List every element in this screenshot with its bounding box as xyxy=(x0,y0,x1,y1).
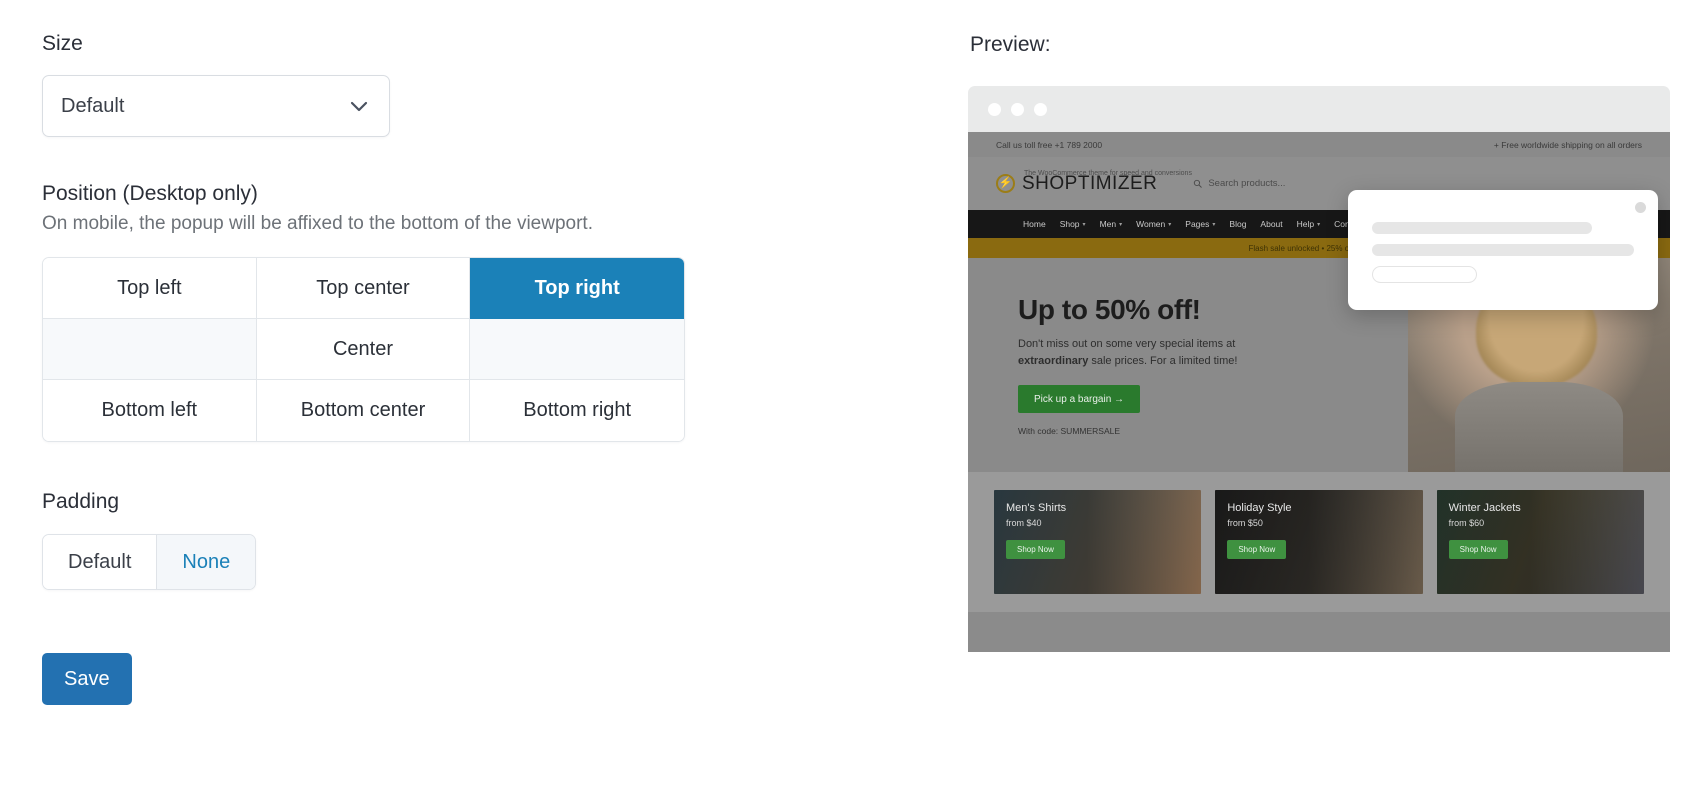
nav-item-home[interactable]: Home xyxy=(1023,219,1046,229)
site-phone-text: Call us toll free +1 789 2000 xyxy=(996,139,1103,150)
popup-skeleton xyxy=(1348,190,1658,283)
padding-option-none[interactable]: None xyxy=(157,535,256,589)
position-cell-bottom-right[interactable]: Bottom right xyxy=(470,380,684,441)
close-icon[interactable] xyxy=(1635,202,1646,213)
nav-item-men[interactable]: Men ▾ xyxy=(1100,219,1123,229)
site-search-placeholder: Search products... xyxy=(1208,178,1286,189)
category-card[interactable]: Men's Shirts from $40 Shop Now xyxy=(994,490,1202,594)
hero-subtitle-rest: sale prices. For a limited time! xyxy=(1088,355,1238,368)
position-cell-top-right[interactable]: Top right xyxy=(470,258,684,319)
nav-label: About xyxy=(1260,219,1283,229)
lightning-bolt-icon: ⚡ xyxy=(996,174,1015,193)
search-icon xyxy=(1194,179,1203,188)
nav-label: Blog xyxy=(1229,219,1247,229)
chevron-down-icon: ▾ xyxy=(1317,221,1321,228)
card-title: Holiday Style xyxy=(1227,502,1292,514)
nav-item-help[interactable]: Help ▾ xyxy=(1297,219,1321,229)
nav-label: Pages xyxy=(1185,219,1210,229)
preview-browser-frame: Call us toll free +1 789 2000 + Free wor… xyxy=(968,86,1670,652)
maximize-dot-icon[interactable] xyxy=(1034,102,1047,116)
card-shop-now-button[interactable]: Shop Now xyxy=(1227,540,1287,559)
padding-toggle-group: Default None xyxy=(42,534,257,590)
card-shop-now-button[interactable]: Shop Now xyxy=(1006,540,1065,559)
nav-item-about[interactable]: About xyxy=(1260,219,1282,229)
card-title: Winter Jackets xyxy=(1448,502,1521,514)
site-logo-tagline: The WooCommerce theme for speed and conv… xyxy=(1024,170,1192,177)
nav-item-shop[interactable]: Shop ▾ xyxy=(1060,219,1086,229)
card-price: from $40 xyxy=(1006,518,1042,528)
skeleton-button xyxy=(1372,266,1477,283)
preview-title: Preview: xyxy=(970,33,1051,56)
nav-label: Women xyxy=(1136,219,1166,229)
preview-site: Call us toll free +1 789 2000 + Free wor… xyxy=(968,132,1670,652)
position-cell-bottom-center[interactable]: Bottom center xyxy=(256,380,471,441)
size-label: Size xyxy=(42,32,83,55)
nav-label: Help xyxy=(1296,219,1315,229)
popup-preview-card[interactable] xyxy=(1348,190,1658,310)
size-field: Size Default xyxy=(42,32,390,137)
position-cell-center[interactable]: Center xyxy=(256,319,471,380)
settings-page: Size Default Position (Desktop only) On … xyxy=(0,0,1688,811)
size-select[interactable]: Default xyxy=(42,75,390,137)
nav-item-pages[interactable]: Pages ▾ xyxy=(1185,219,1215,229)
size-select-value: Default xyxy=(61,94,125,117)
card-body: Holiday Style from $50 Shop Now xyxy=(1227,502,1292,559)
hero-subtitle-bold: extraordinary xyxy=(1018,355,1089,368)
chevron-down-icon: ▾ xyxy=(1212,221,1216,228)
browser-chrome xyxy=(968,86,1670,132)
card-title: Men's Shirts xyxy=(1006,502,1067,514)
position-cell-bottom-left[interactable]: Bottom left xyxy=(43,380,257,441)
minimize-dot-icon[interactable] xyxy=(1011,102,1024,116)
card-shop-now-button[interactable]: Shop Now xyxy=(1448,540,1508,559)
card-body: Winter Jackets from $60 Shop Now xyxy=(1448,502,1521,559)
hero-cta-button[interactable]: Pick up a bargain → xyxy=(1018,385,1141,414)
chevron-down-icon: ▾ xyxy=(1168,221,1172,228)
category-card[interactable]: Holiday Style from $50 Shop Now xyxy=(1215,490,1423,594)
category-card[interactable]: Winter Jackets from $60 Shop Now xyxy=(1436,490,1644,594)
save-button[interactable]: Save xyxy=(42,653,132,705)
close-dot-icon[interactable] xyxy=(988,102,1001,116)
site-topbar: Call us toll free +1 789 2000 + Free wor… xyxy=(968,132,1670,157)
nav-item-blog[interactable]: Blog xyxy=(1229,219,1246,229)
skeleton-line xyxy=(1372,222,1593,234)
position-grid: Top left Top center Top right Center Bot… xyxy=(42,257,685,442)
position-cell-top-center[interactable]: Top center xyxy=(256,258,471,319)
card-price: from $50 xyxy=(1227,518,1263,528)
hero-subtitle-line1: Don't miss out on some very special item… xyxy=(1018,338,1236,350)
position-cell-middle-right[interactable] xyxy=(470,319,684,380)
skeleton-line xyxy=(1372,244,1634,256)
position-cell-top-left[interactable]: Top left xyxy=(43,258,257,319)
site-search-box[interactable]: Search products... xyxy=(1193,178,1285,189)
chevron-down-icon: ▾ xyxy=(1082,221,1086,228)
nav-label: Men xyxy=(1099,219,1117,229)
position-cell-middle-left[interactable] xyxy=(43,319,257,380)
card-price: from $60 xyxy=(1448,518,1485,528)
nav-label: Shop xyxy=(1059,219,1080,229)
card-body: Men's Shirts from $40 Shop Now xyxy=(1006,502,1066,559)
position-field: Position (Desktop only) On mobile, the p… xyxy=(42,182,685,442)
position-help-text: On mobile, the popup will be affixed to … xyxy=(42,213,593,234)
site-category-cards: Men's Shirts from $40 Shop Now Holiday S… xyxy=(968,472,1670,612)
nav-label: Home xyxy=(1023,219,1046,229)
nav-item-women[interactable]: Women ▾ xyxy=(1136,219,1171,229)
chevron-down-icon xyxy=(347,94,371,118)
padding-field: Padding Default None xyxy=(42,490,257,590)
padding-label: Padding xyxy=(42,490,120,513)
padding-option-default[interactable]: Default xyxy=(43,535,158,589)
chevron-down-icon: ▾ xyxy=(1119,221,1123,228)
position-label: Position (Desktop only) xyxy=(42,182,258,205)
site-shipping-text: + Free worldwide shipping on all orders xyxy=(1493,139,1642,150)
